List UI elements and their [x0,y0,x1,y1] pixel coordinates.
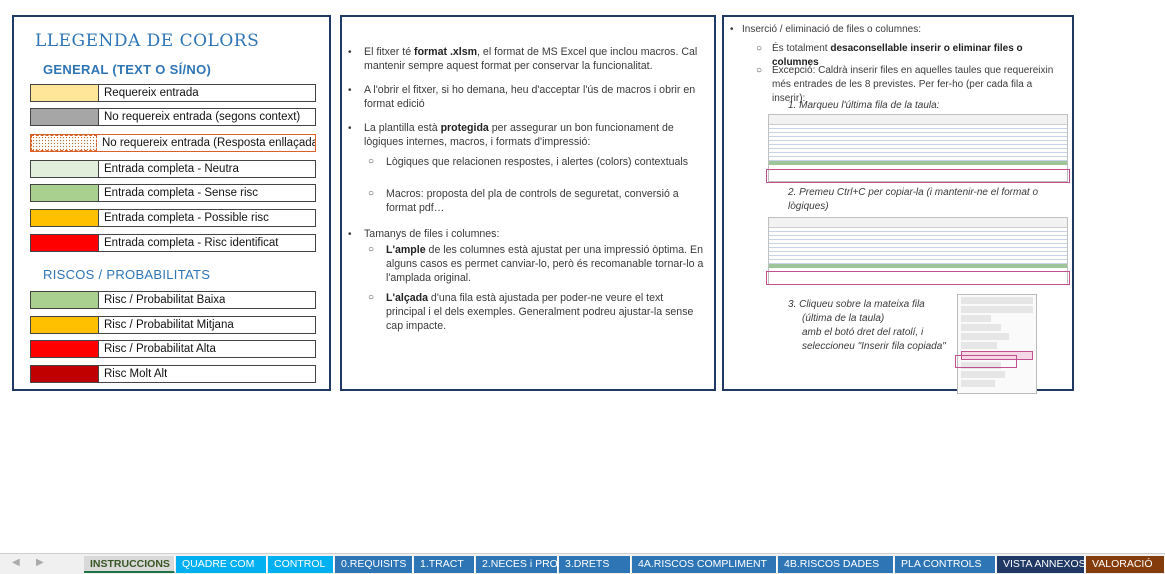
color-swatch [31,185,99,201]
insert-title: Inserció / eliminació de files o columne… [742,24,921,35]
protected-note: La plantilla està protegida per assegura… [364,122,674,148]
color-legend-panel: LLEGENDA DE COLORS GENERAL (TEXT O SÍ/NO… [12,15,331,391]
step-1: 1. Marqueu l'última fila de la taula: [788,100,940,111]
step-3: 3. Cliqueu sobre la mateixa fila (última… [788,299,946,352]
width-note: L'ample de les columnes està ajustat per… [386,244,704,284]
sheet-tab[interactable]: QUADRE COM [176,556,267,573]
sheet-tab[interactable]: 3.DRETS [559,556,631,573]
color-swatch [31,210,99,226]
legend-label: Risc Molt Alt [104,368,168,380]
insert-copied-row-highlight [955,355,1017,368]
sheet-tab[interactable]: CONTROL [268,556,334,573]
sub-bullet-icon: ○ [756,43,763,54]
context-menu-screenshot [957,294,1037,394]
legend-label: Risc / Probabilitat Alta [104,343,216,355]
instructions-panel: • El fitxer té format .xlsm, el format d… [340,15,716,391]
logic-note: Lògiques que relacionen respostes, i ale… [386,156,689,168]
tab-scroll-right-icon[interactable]: ▶ [36,557,44,568]
macros-note: A l'obrir el fitxer, si ho demana, heu d… [364,84,696,110]
sheet-tab[interactable]: 4B.RISCOS DADES [778,556,894,573]
legend-label: No requereix entrada (segons context) [104,111,301,123]
sheet-tab[interactable]: VALORACIÓ [1086,556,1165,573]
bullet-icon: • [730,24,734,35]
legend-row: Entrada completa - Neutra [30,160,316,178]
copied-row-highlight [766,271,1070,285]
color-swatch [31,341,99,357]
sheet-tab[interactable]: 0.REQUISITS [335,556,413,573]
legend-label: Risc / Probabilitat Mitjana [104,319,234,331]
legend-row: Entrada completa - Possible risc [30,209,316,227]
legend-title: LLEGENDA DE COLORS [35,31,260,51]
sheet-tab[interactable]: 4A.RISCOS COMPLIMENT [632,556,777,573]
legend-row: Entrada completa - Risc identificat [30,234,316,252]
sheet-tab[interactable]: PLA CONTROLS [895,556,996,573]
legend-general-title: GENERAL (TEXT O SÍ/NO) [43,62,212,77]
sub-bullet-icon: ○ [368,188,375,199]
legend-row: Risc / Probabilitat Baixa [30,291,316,309]
format-note: El fitxer té format .xlsm, el format de … [364,46,698,72]
tab-scroll-left-icon[interactable]: ◀ [12,557,20,568]
step-2: 2. Premeu Ctrl+C per copiar-la (i manten… [788,187,1039,212]
legend-label: Entrada completa - Sense risc [104,187,259,199]
legend-label: Risc / Probabilitat Baixa [104,294,226,306]
sub-bullet-icon: ○ [368,156,375,167]
legend-row: No requereix entrada (segons context) [30,108,316,126]
legend-label: Entrada completa - Neutra [104,163,239,175]
sub-bullet-icon: ○ [368,292,375,303]
color-swatch [31,292,99,308]
sheet-tab[interactable]: 1.TRACT [414,556,475,573]
legend-row: Requereix entrada [30,84,316,102]
legend-row: Risc Molt Alt [30,365,316,383]
color-swatch [31,235,99,251]
color-swatch [31,317,99,333]
sheet-tab[interactable]: 2.NECES i PROP [476,556,565,573]
color-swatch [31,109,99,125]
sheet-tab[interactable]: VISTA ANNEXOS [997,556,1086,573]
legend-label: Requereix entrada [104,87,199,99]
bullet-icon: • [348,47,352,58]
legend-risk-title: RISCOS / PROBABILITATS [43,267,211,282]
bullet-icon: • [348,85,352,96]
legend-label: No requereix entrada (Resposta enllaçada… [101,137,315,149]
legend-row: Risc / Probabilitat Alta [30,340,316,358]
color-swatch [31,135,97,151]
sheet-tab[interactable]: INSTRUCCIONS [84,556,175,573]
color-swatch [31,366,99,382]
legend-row: Entrada completa - Sense risc [30,184,316,202]
sizes-note: Tamanys de files i columnes: [364,228,500,240]
color-swatch [31,85,99,101]
sub-bullet-icon: ○ [368,244,375,255]
legend-row: No requereix entrada (Resposta enllaçada… [30,134,316,152]
color-swatch [31,161,99,177]
bullet-icon: • [348,123,352,134]
legend-label: Entrada completa - Possible risc [104,212,269,224]
legend-row: Risc / Probabilitat Mitjana [30,316,316,334]
macros-detail-note: Macros: proposta del pla de controls de … [386,188,679,214]
bullet-icon: • [348,229,352,240]
height-note: L'alçada d'una fila està ajustada per po… [386,292,694,332]
sub-bullet-icon: ○ [756,65,763,76]
legend-label: Entrada completa - Risc identificat [104,237,279,249]
last-row-highlight [766,169,1070,183]
